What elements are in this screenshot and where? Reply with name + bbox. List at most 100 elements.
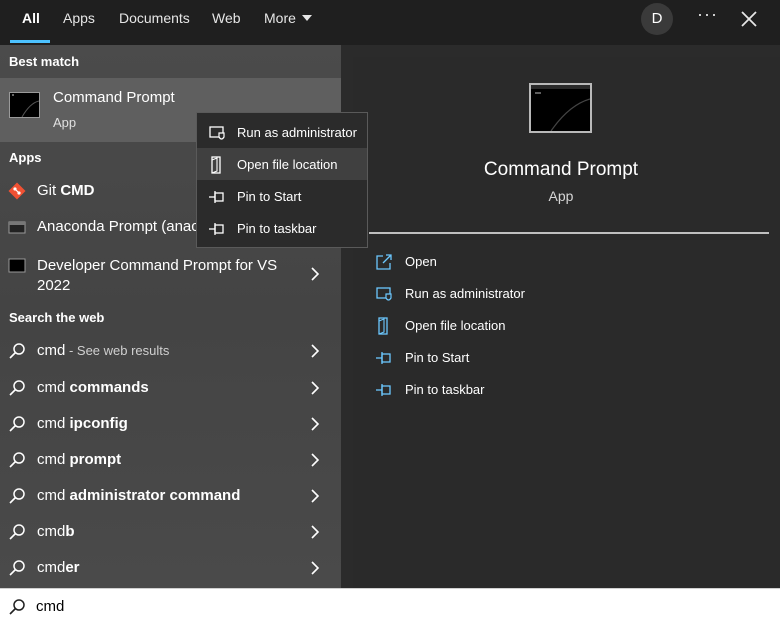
action-run-as-administrator[interactable]: Run as administrator [375, 283, 575, 307]
shield-run-icon [376, 287, 392, 301]
context-item-label: Run as administrator [237, 125, 357, 140]
web-result-plain: cmd [37, 379, 70, 396]
web-result-plain: cmd [37, 342, 66, 359]
web-result-label: cmd administrator command [37, 487, 240, 504]
preview-divider [369, 232, 769, 234]
apps-heading: Apps [9, 150, 42, 165]
web-result-cmdb[interactable]: cmdb [0, 514, 341, 550]
search-bar [0, 588, 780, 622]
chevron-right-icon[interactable] [310, 560, 320, 576]
web-result-cmder[interactable]: cmder [0, 550, 341, 586]
web-result-cmd-ipconfig[interactable]: cmd ipconfig [0, 406, 341, 442]
web-result-bold: ipconfig [69, 415, 128, 432]
web-result-cmd[interactable]: cmd - See web results [0, 333, 341, 369]
web-result-label: cmd ipconfig [37, 415, 128, 432]
chevron-right-icon[interactable] [310, 416, 320, 432]
app-name-plain: Git [37, 182, 61, 199]
folder-location-icon [378, 317, 388, 335]
preview-title: Command Prompt [483, 159, 639, 180]
account-avatar[interactable]: D [641, 3, 673, 35]
app-name-bold: CMD [60, 182, 95, 199]
web-result-plain: cmd [37, 415, 70, 432]
web-result-plain: cmd [37, 487, 70, 504]
action-label: Open [405, 254, 437, 269]
web-result-bold: er [65, 559, 80, 576]
search-tabs-bar: All Apps Documents Web More D ··· [0, 0, 780, 45]
chevron-right-icon[interactable] [310, 343, 320, 359]
search-icon [9, 599, 25, 615]
chevron-right-icon[interactable] [310, 452, 320, 468]
search-icon [9, 488, 25, 504]
chevron-right-icon[interactable] [310, 266, 320, 282]
web-result-bold: commands [69, 379, 149, 396]
web-result-cmd-commands[interactable]: cmd commands [0, 370, 341, 406]
pin-icon [209, 191, 224, 203]
app-result-label: Developer Command Prompt for VS 2022 [37, 256, 277, 296]
web-result-label: cmder [37, 559, 80, 576]
context-item-label: Open file location [237, 157, 338, 172]
tab-more-label: More [264, 10, 296, 26]
context-item-label: Pin to Start [237, 189, 302, 204]
web-result-plain: cmd [37, 559, 66, 576]
chevron-right-icon[interactable] [310, 524, 320, 540]
web-result-bold: administrator command [69, 487, 241, 504]
folder-location-icon [211, 156, 221, 174]
search-icon [9, 452, 25, 468]
web-result-bold: prompt [69, 451, 122, 468]
web-result-cmd-prompt[interactable]: cmd prompt [0, 442, 341, 478]
action-label: Pin to taskbar [405, 382, 485, 397]
pin-icon [376, 352, 391, 364]
preview-subtitle: App [548, 188, 574, 204]
search-icon [9, 416, 25, 432]
active-tab-indicator [10, 40, 50, 43]
web-result-plain: cmd [37, 451, 70, 468]
tab-all[interactable]: All [22, 0, 40, 45]
app-result-label: Anaconda Prompt (anac [37, 218, 196, 235]
tab-more[interactable]: More [264, 0, 312, 45]
git-icon [8, 182, 26, 200]
app-result-developer-command-prompt[interactable]: Developer Command Prompt for VS 2022 [0, 253, 341, 297]
close-icon[interactable] [738, 6, 760, 30]
web-result-label: cmd - See web results [37, 342, 169, 359]
action-open[interactable]: Open [375, 251, 575, 275]
app-name-line2: 2022 [37, 277, 71, 294]
tab-documents[interactable]: Documents [119, 0, 190, 45]
context-item-label: Pin to taskbar [237, 221, 317, 236]
context-pin-to-start[interactable]: Pin to Start [197, 180, 367, 212]
action-pin-to-taskbar[interactable]: Pin to taskbar [375, 379, 575, 403]
web-result-bold: b [65, 523, 75, 540]
command-prompt-large-icon [529, 83, 592, 133]
command-prompt-icon [9, 92, 40, 118]
search-input[interactable] [36, 595, 736, 617]
action-pin-to-start[interactable]: Pin to Start [375, 347, 575, 371]
pin-icon [376, 384, 391, 396]
terminal-icon [8, 221, 26, 234]
search-icon [9, 524, 25, 540]
open-icon [376, 254, 392, 270]
context-open-file-location[interactable]: Open file location [197, 148, 367, 180]
action-open-file-location[interactable]: Open file location [375, 315, 575, 339]
context-menu: Run as administrator Open file location … [196, 112, 368, 248]
context-run-as-administrator[interactable]: Run as administrator [197, 116, 367, 148]
pin-icon [209, 223, 224, 235]
shield-run-icon [209, 126, 225, 140]
app-name-line1: Developer Command Prompt for VS [37, 257, 278, 274]
tab-web[interactable]: Web [212, 0, 241, 45]
action-label: Run as administrator [405, 286, 525, 301]
command-prompt-icon [8, 258, 26, 273]
web-result-plain: cmd [37, 523, 66, 540]
best-match-type: App [53, 115, 77, 130]
more-options-icon[interactable]: ··· [697, 4, 718, 25]
tab-apps[interactable]: Apps [63, 0, 95, 45]
caret-down-icon [301, 15, 312, 21]
web-result-label: cmd commands [37, 379, 149, 396]
chevron-right-icon[interactable] [310, 380, 320, 396]
search-icon [9, 560, 25, 576]
app-result-anaconda-prompt[interactable]: Anaconda Prompt (anac [0, 209, 196, 245]
context-pin-to-taskbar[interactable]: Pin to taskbar [197, 212, 367, 244]
web-result-cmd-administrator-command[interactable]: cmd administrator command [0, 478, 341, 514]
action-label: Open file location [405, 318, 506, 333]
chevron-right-icon[interactable] [310, 488, 320, 504]
web-result-label: cmd prompt [37, 451, 121, 468]
search-icon [9, 343, 25, 359]
